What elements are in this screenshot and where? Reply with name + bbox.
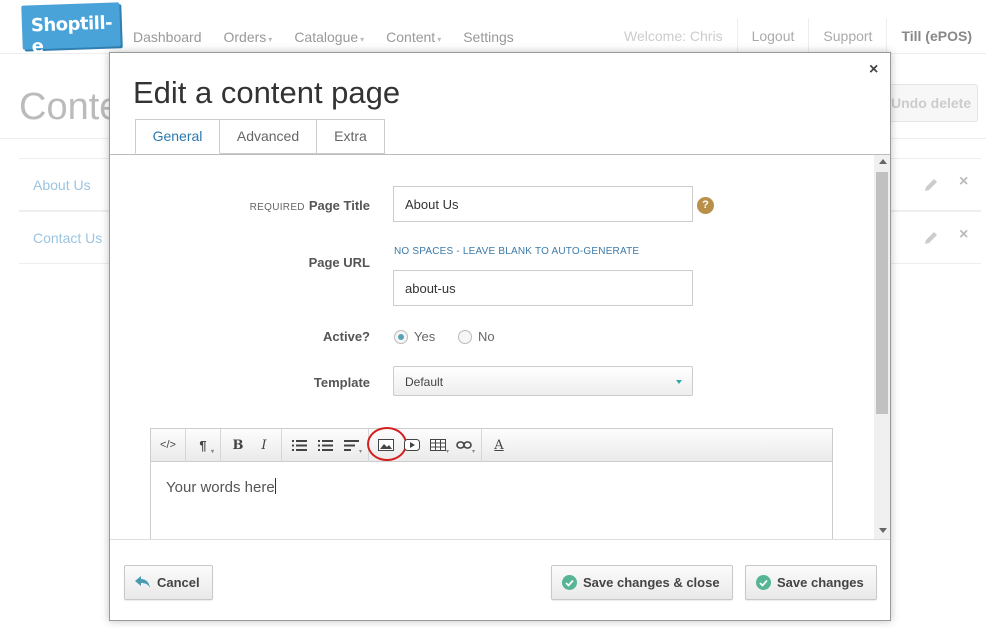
active-no-radio[interactable]: No bbox=[458, 329, 495, 344]
nav-settings[interactable]: Settings bbox=[463, 29, 514, 45]
radio-selected-icon[interactable] bbox=[394, 329, 408, 344]
active-label: Active? bbox=[323, 329, 370, 344]
page-title: Conte bbox=[19, 86, 121, 128]
page-url-hint: NO SPACES - LEAVE BLANK TO AUTO-GENERATE bbox=[394, 246, 640, 257]
page-title-label: REQUIRED Page Title bbox=[249, 198, 370, 213]
chevron-down-icon: ▾ bbox=[437, 35, 442, 44]
page-url-label: Page URL bbox=[308, 255, 370, 270]
template-select[interactable]: Default bbox=[393, 366, 693, 396]
toolbar-group: ▾ bbox=[282, 428, 369, 462]
template-value: Default bbox=[405, 375, 444, 389]
page-url-input[interactable]: about-us bbox=[393, 270, 693, 306]
list-item-name[interactable]: Contact Us bbox=[33, 230, 102, 246]
tab-advanced[interactable]: Advanced bbox=[220, 119, 317, 154]
toolbar-group: A bbox=[482, 429, 516, 462]
list-item-name[interactable]: About Us bbox=[33, 177, 91, 193]
radio-unselected-icon[interactable] bbox=[458, 329, 472, 344]
save-close-button[interactable]: Save changes & close bbox=[551, 565, 733, 600]
modal-title: Edit a content page bbox=[133, 75, 401, 110]
user-nav: Welcome: Chris Logout Support Till (ePOS… bbox=[610, 18, 986, 54]
delete-icon[interactable]: × bbox=[959, 226, 968, 244]
chevron-down-icon bbox=[676, 380, 682, 384]
support-link[interactable]: Support bbox=[808, 18, 886, 54]
code-icon[interactable]: </> bbox=[155, 433, 181, 457]
close-icon[interactable]: × bbox=[869, 61, 878, 79]
link-icon[interactable]: ▾ bbox=[451, 433, 477, 457]
table-icon[interactable]: ▾ bbox=[425, 433, 451, 457]
scroll-down-arrow-icon[interactable] bbox=[879, 528, 887, 533]
check-circle-icon bbox=[562, 575, 577, 590]
align-icon[interactable]: ▾ bbox=[338, 433, 364, 457]
editor-content[interactable]: Your words here bbox=[151, 462, 832, 496]
tab-bar: General Advanced Extra bbox=[135, 119, 385, 154]
check-circle-icon bbox=[756, 575, 771, 590]
cancel-button[interactable]: Cancel bbox=[124, 565, 213, 600]
undo-delete-button[interactable]: Undo delete bbox=[878, 84, 978, 122]
pencil-icon[interactable] bbox=[923, 230, 937, 244]
logout-link[interactable]: Logout bbox=[736, 18, 809, 54]
top-navbar: Shoptill-e Dashboard Orders ▾ Catalogue ▾ … bbox=[0, 0, 986, 57]
tab-extra[interactable]: Extra bbox=[317, 119, 385, 154]
toolbar-group: B I bbox=[221, 428, 282, 462]
divider bbox=[110, 539, 890, 540]
editor-toolbar: </> ¶ ▾ B I ▾ ▾ ▾ A bbox=[151, 427, 832, 462]
rich-text-editor: </> ¶ ▾ B I ▾ ▾ ▾ A Your words here bbox=[150, 427, 833, 539]
toolbar-group: ¶ ▾ bbox=[186, 428, 221, 462]
shoptill-logo[interactable]: Shoptill-e bbox=[21, 2, 121, 57]
tab-general[interactable]: General bbox=[135, 119, 220, 154]
pencil-icon[interactable] bbox=[923, 177, 937, 191]
scroll-up-arrow-icon[interactable] bbox=[879, 159, 887, 164]
active-yes-radio[interactable]: Yes bbox=[394, 329, 435, 344]
save-button[interactable]: Save changes bbox=[745, 565, 877, 600]
nav-catalogue[interactable]: Catalogue ▾ bbox=[294, 29, 364, 45]
edit-content-modal: × Edit a content page General Advanced E… bbox=[109, 52, 891, 621]
modal-body: REQUIRED Page Title About Us ? Page URL N… bbox=[110, 155, 890, 539]
page-title-input[interactable]: About Us bbox=[393, 186, 693, 222]
nav-dashboard[interactable]: Dashboard bbox=[133, 29, 202, 45]
editor-text: Your words here bbox=[166, 479, 275, 496]
text-cursor bbox=[274, 478, 276, 494]
scroll-thumb[interactable] bbox=[876, 172, 888, 414]
font-color-icon[interactable]: A bbox=[486, 433, 512, 457]
modal-scrollbar[interactable] bbox=[874, 155, 890, 539]
nav-content[interactable]: Content ▾ bbox=[386, 29, 441, 45]
unordered-list-icon[interactable] bbox=[286, 433, 312, 457]
required-tag: REQUIRED bbox=[249, 202, 305, 213]
active-yes-label: Yes bbox=[414, 329, 436, 344]
chevron-down-icon: ▾ bbox=[360, 35, 365, 44]
help-icon[interactable]: ? bbox=[697, 197, 714, 214]
ordered-list-icon[interactable] bbox=[312, 433, 338, 457]
till-epos-link[interactable]: Till (ePOS) bbox=[886, 18, 986, 54]
toolbar-group: </> bbox=[151, 428, 186, 462]
image-icon[interactable] bbox=[367, 427, 407, 461]
delete-icon[interactable]: × bbox=[959, 173, 968, 191]
welcome-text: Welcome: Chris bbox=[624, 28, 723, 44]
main-nav: Dashboard Orders ▾ Catalogue ▾ Content ▾ Se… bbox=[133, 29, 536, 45]
bold-icon[interactable]: B bbox=[225, 433, 251, 457]
undo-arrow-icon bbox=[135, 576, 151, 589]
toolbar-group: ▾ ▾ bbox=[367, 427, 482, 462]
template-label: Template bbox=[313, 375, 370, 390]
paragraph-icon[interactable]: ¶ ▾ bbox=[190, 433, 216, 457]
nav-orders[interactable]: Orders ▾ bbox=[224, 29, 273, 45]
active-no-label: No bbox=[478, 329, 495, 344]
video-icon[interactable] bbox=[399, 433, 425, 457]
chevron-down-icon: ▾ bbox=[268, 35, 273, 44]
italic-icon[interactable]: I bbox=[251, 433, 277, 457]
